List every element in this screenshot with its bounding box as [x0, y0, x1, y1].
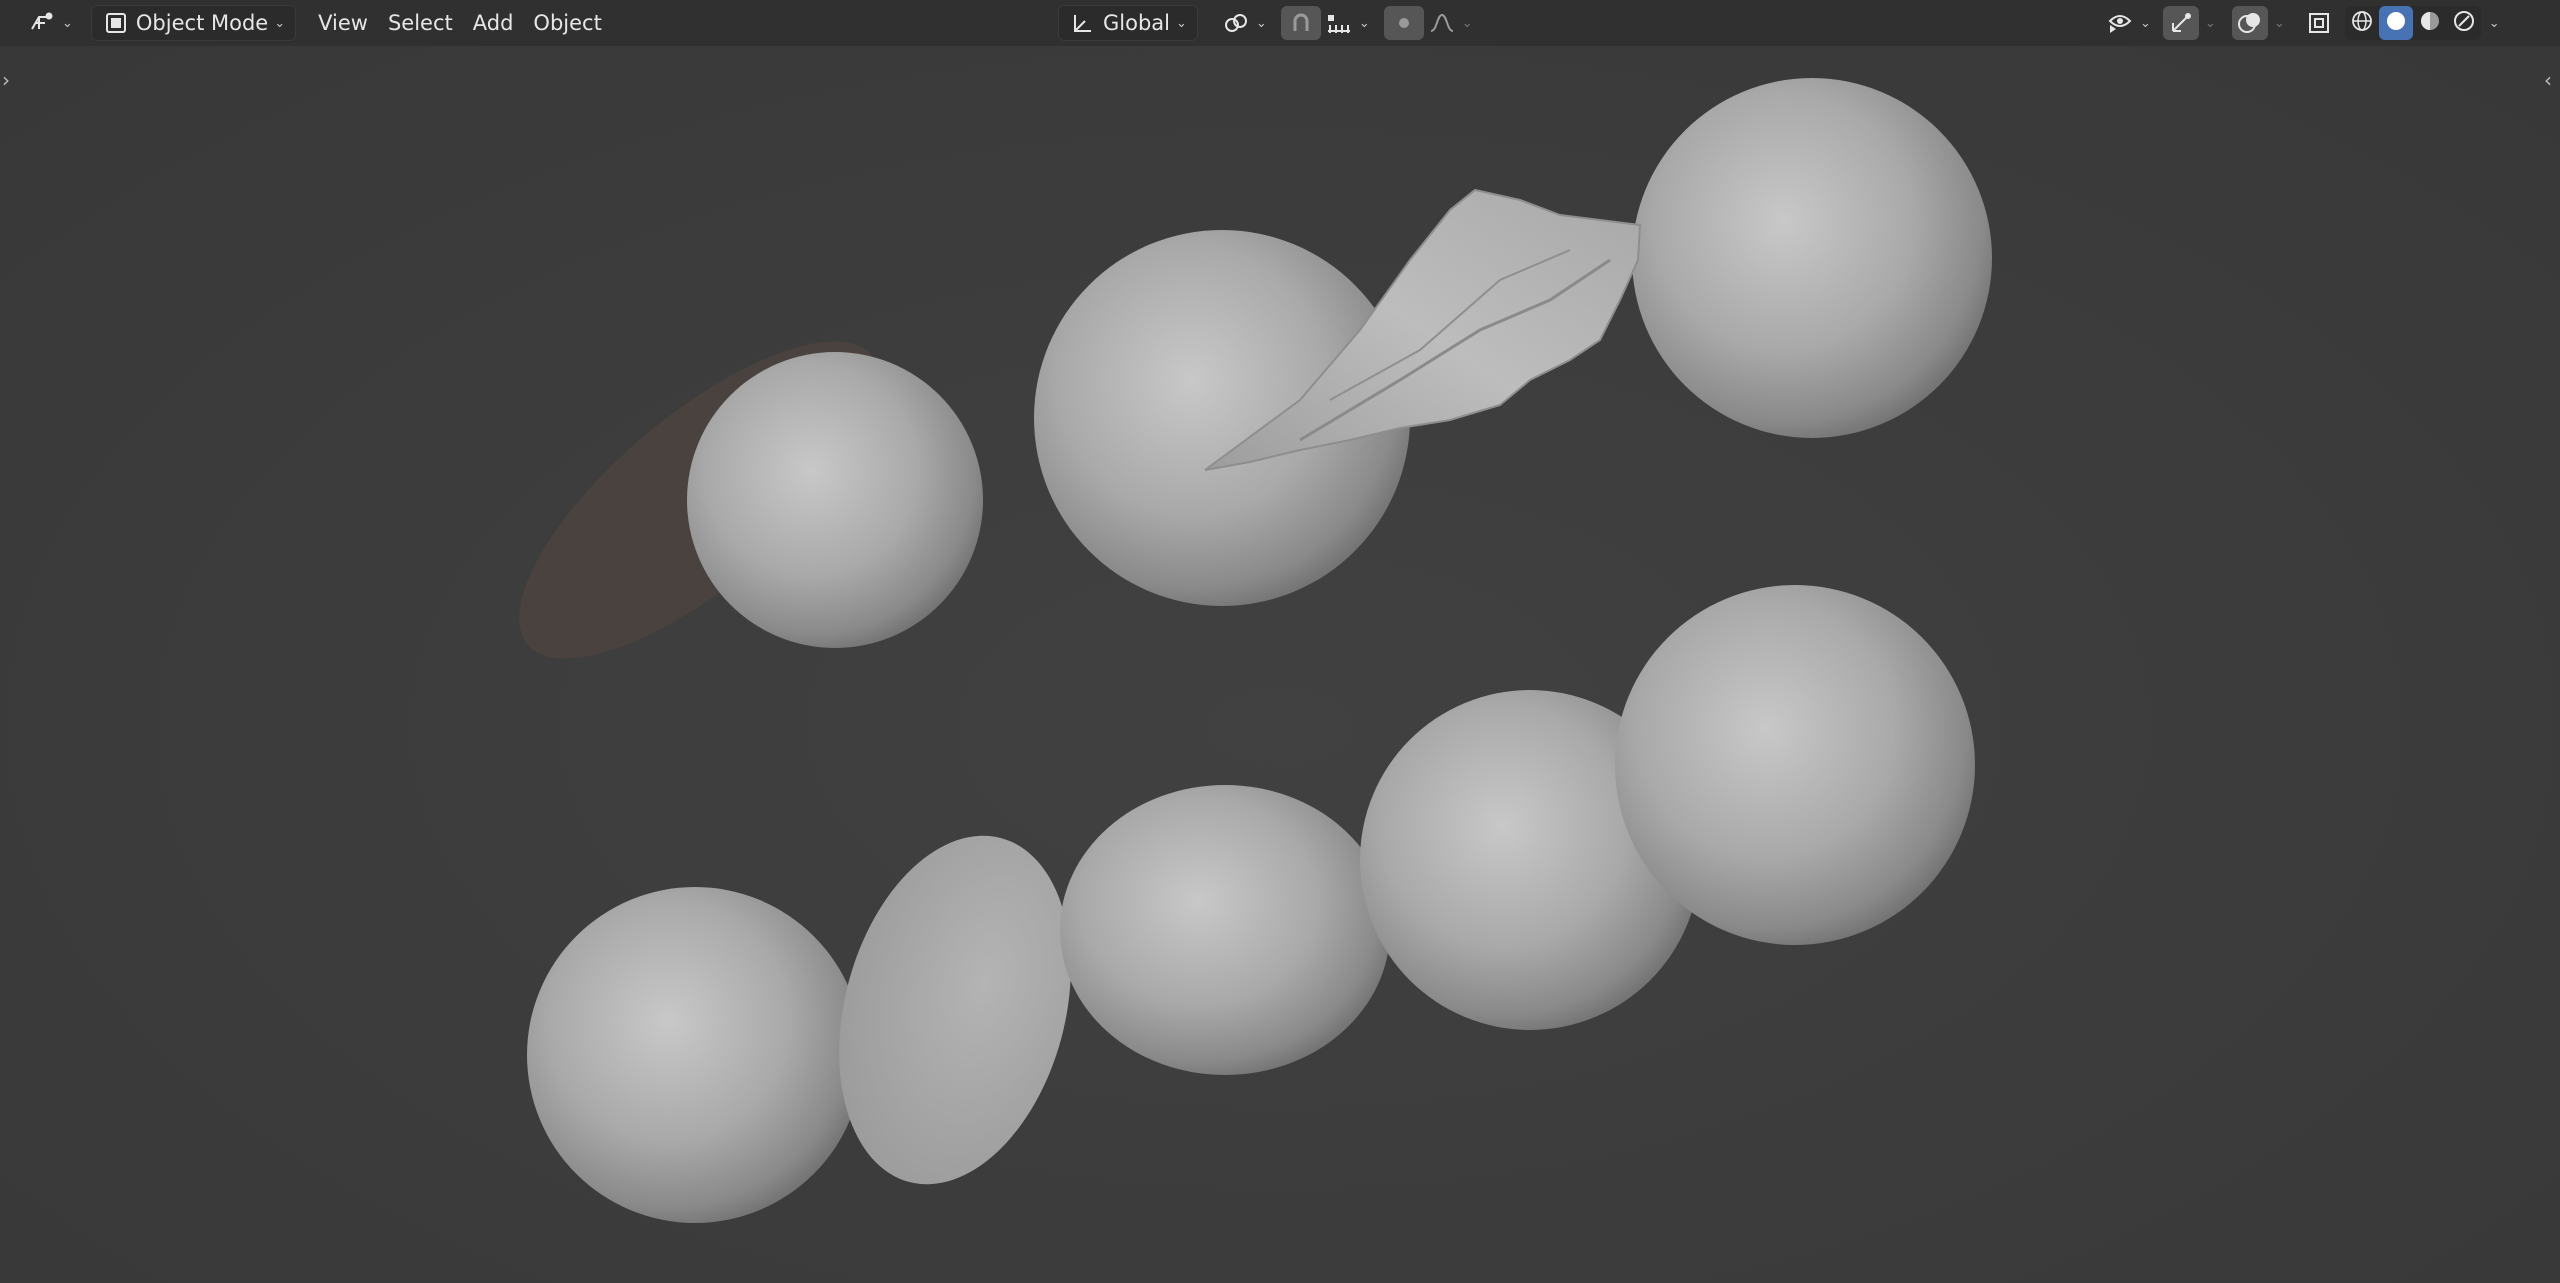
- proportional-edit-icon: [1390, 9, 1418, 37]
- squashed-sphere-mesh: [1060, 785, 1390, 1075]
- xray-toggle[interactable]: [2301, 6, 2337, 40]
- shading-rendered-button[interactable]: [2447, 6, 2481, 40]
- proportional-edit-toggle[interactable]: [1383, 6, 1424, 40]
- falloff-button[interactable]: ⌄: [1424, 6, 1477, 40]
- toolbar-expand-icon[interactable]: ›: [2, 68, 10, 92]
- gizmo-icon: [2167, 9, 2195, 37]
- chevron-down-icon: ⌄: [2140, 15, 2151, 31]
- sphere-mesh: [1615, 585, 1975, 945]
- orientation-axes-icon: [1069, 9, 1097, 37]
- magnet-icon: [1287, 9, 1315, 37]
- mode-label: Object Mode: [135, 11, 269, 35]
- eye-select-icon: [2106, 9, 2134, 37]
- xray-icon: [2305, 9, 2333, 37]
- mode-selector[interactable]: Object Mode ⌄: [90, 5, 297, 41]
- disc-mesh: [839, 835, 1071, 1185]
- viewport-3d-icon: [28, 9, 56, 37]
- chevron-down-icon[interactable]: ⌄: [2205, 16, 2216, 31]
- chevron-down-icon: ⌄: [1176, 15, 1187, 31]
- overlay-icon: [2236, 9, 2264, 37]
- sphere-mesh: [527, 887, 863, 1223]
- chevron-down-icon: ⌄: [62, 15, 73, 31]
- pivot-link-icon: [1222, 9, 1250, 37]
- falloff-curve-icon: [1428, 9, 1456, 37]
- scene-render: [519, 78, 1992, 1223]
- snap-toggle[interactable]: [1280, 6, 1321, 40]
- object-mode-icon: [102, 9, 130, 37]
- snap-increment-icon: [1325, 9, 1353, 37]
- shading-material-button[interactable]: [2413, 6, 2447, 40]
- menu-add[interactable]: Add: [463, 6, 524, 40]
- viewport-header: ⌄ Object Mode ⌄ View Select Add Object G…: [0, 0, 2560, 46]
- chevron-down-icon[interactable]: ⌄: [2274, 16, 2285, 31]
- editor-type-button[interactable]: ⌄: [18, 6, 83, 40]
- chevron-down-icon: ⌄: [1255, 15, 1267, 31]
- transform-orientation-selector[interactable]: Global ⌄: [1058, 5, 1198, 41]
- half-sphere-mesh: [687, 352, 983, 648]
- chevron-down-icon: ⌄: [1461, 15, 1473, 31]
- gizmo-toggle[interactable]: [2162, 6, 2199, 40]
- solid-sphere-icon: [2384, 9, 2408, 38]
- menu-object[interactable]: Object: [523, 6, 611, 40]
- wireframe-sphere-icon: [2350, 9, 2374, 38]
- overlay-toggle[interactable]: [2231, 6, 2268, 40]
- shading-solid-button[interactable]: [2378, 6, 2413, 40]
- orientation-label: Global: [1103, 11, 1170, 35]
- sidebar-expand-icon[interactable]: ‹: [2544, 68, 2552, 92]
- rendered-sphere-icon: [2452, 9, 2476, 38]
- menu-view[interactable]: View: [308, 6, 378, 40]
- chevron-down-icon: ⌄: [274, 15, 286, 31]
- chevron-down-icon[interactable]: ⌄: [2489, 16, 2500, 31]
- menu-select[interactable]: Select: [378, 6, 463, 40]
- shading-mode-group: [2344, 6, 2481, 40]
- selectability-visibility-button[interactable]: ⌄: [2102, 6, 2155, 40]
- 3d-viewport[interactable]: › ‹: [0, 46, 2560, 1283]
- sphere-mesh: [1632, 78, 1992, 438]
- shading-wireframe-button[interactable]: [2345, 6, 2379, 40]
- chevron-down-icon: ⌄: [1358, 15, 1370, 31]
- pivot-point-button[interactable]: ⌄: [1212, 6, 1277, 40]
- snap-target-button[interactable]: ⌄: [1321, 6, 1374, 40]
- material-sphere-icon: [2418, 9, 2442, 38]
